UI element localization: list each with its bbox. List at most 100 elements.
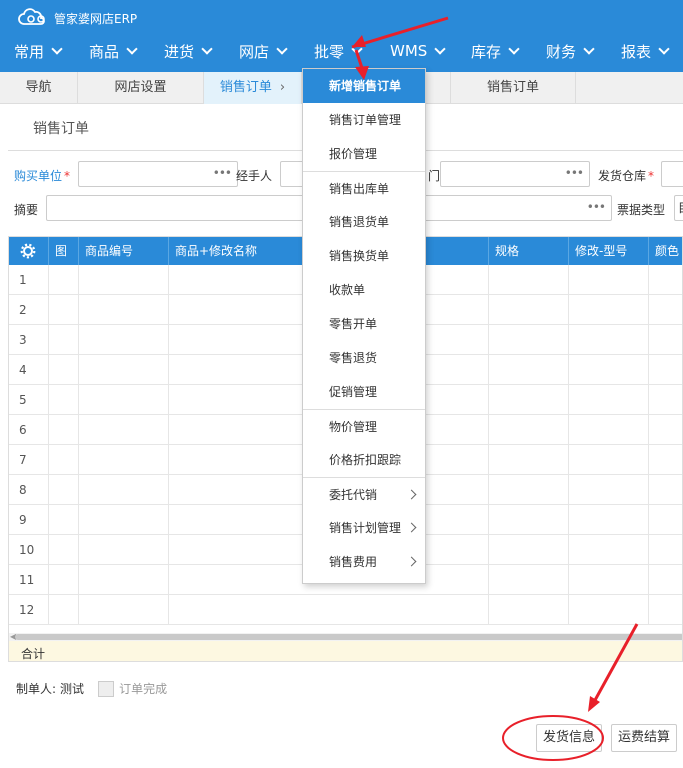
table-cell[interactable]: [569, 595, 649, 625]
table-cell[interactable]: [489, 385, 569, 415]
table-cell[interactable]: [79, 325, 169, 355]
more-dots-icon[interactable]: •••: [565, 166, 584, 180]
table-cell[interactable]: [79, 535, 169, 565]
table-cell[interactable]: [49, 445, 79, 475]
warehouse-input[interactable]: [661, 161, 683, 187]
scrollbar-thumb[interactable]: [15, 634, 682, 640]
table-cell[interactable]: [489, 355, 569, 385]
table-cell[interactable]: [79, 265, 169, 295]
ship-info-button[interactable]: 发货信息: [536, 724, 602, 752]
tab-sales-order-active[interactable]: 销售订单 ›: [204, 72, 302, 104]
table-cell[interactable]: [79, 505, 169, 535]
dropdown-item[interactable]: 报价管理: [303, 137, 425, 171]
table-cell[interactable]: [569, 505, 649, 535]
table-cell[interactable]: [649, 385, 682, 415]
dropdown-item[interactable]: 物价管理: [303, 409, 425, 443]
table-cell[interactable]: [49, 595, 79, 625]
table-cell[interactable]: [569, 475, 649, 505]
table-cell[interactable]: [569, 565, 649, 595]
table-cell[interactable]: [49, 415, 79, 445]
table-cell[interactable]: [649, 445, 682, 475]
table-cell[interactable]: [569, 385, 649, 415]
menu-kucun[interactable]: 库存: [471, 33, 520, 69]
table-cell[interactable]: [489, 445, 569, 475]
more-dots-icon[interactable]: •••: [213, 166, 232, 180]
table-cell[interactable]: [649, 565, 682, 595]
dropdown-item[interactable]: 销售出库单: [303, 171, 425, 205]
tab-sales-order[interactable]: 销售订单: [450, 72, 576, 104]
table-cell[interactable]: [569, 415, 649, 445]
table-cell[interactable]: [79, 295, 169, 325]
table-cell[interactable]: [49, 475, 79, 505]
grid-settings-button[interactable]: [9, 237, 49, 265]
table-cell[interactable]: [569, 445, 649, 475]
col-product-code[interactable]: 商品编号: [79, 237, 169, 265]
dropdown-item[interactable]: 销售换货单: [303, 239, 425, 273]
table-cell[interactable]: [489, 265, 569, 295]
menu-jinhuo[interactable]: 进货: [164, 33, 213, 69]
dropdown-item[interactable]: 新增销售订单: [303, 69, 425, 103]
freight-settle-button[interactable]: 运费结算: [611, 724, 677, 752]
table-cell[interactable]: [489, 475, 569, 505]
dropdown-item[interactable]: 零售退货: [303, 341, 425, 375]
col-color[interactable]: 颜色: [649, 237, 682, 265]
dropdown-item[interactable]: 销售退货单: [303, 205, 425, 239]
table-cell[interactable]: [49, 325, 79, 355]
table-cell[interactable]: [649, 355, 682, 385]
table-cell[interactable]: [649, 595, 682, 625]
dropdown-item[interactable]: 零售开单: [303, 307, 425, 341]
more-dots-icon[interactable]: •••: [587, 200, 606, 214]
dropdown-item[interactable]: 销售订单管理: [303, 103, 425, 137]
table-cell[interactable]: [79, 475, 169, 505]
horizontal-scrollbar[interactable]: ◀: [9, 632, 682, 641]
table-cell[interactable]: [569, 295, 649, 325]
bill-type-select[interactable]: 目: [674, 195, 683, 221]
table-cell[interactable]: [49, 535, 79, 565]
table-cell[interactable]: [49, 565, 79, 595]
table-cell[interactable]: [489, 325, 569, 355]
table-cell[interactable]: [49, 385, 79, 415]
table-cell[interactable]: [649, 325, 682, 355]
table-cell[interactable]: [79, 415, 169, 445]
table-cell[interactable]: [649, 295, 682, 325]
table-cell[interactable]: [79, 445, 169, 475]
dropdown-item[interactable]: 促销管理: [303, 375, 425, 409]
app-logo[interactable]: 管家婆网店ERP: [16, 8, 137, 28]
field-input[interactable]: •••: [440, 161, 590, 187]
dropdown-item[interactable]: 销售费用: [303, 545, 425, 579]
table-row[interactable]: 12: [9, 595, 682, 625]
table-cell[interactable]: [49, 355, 79, 385]
table-cell[interactable]: [79, 385, 169, 415]
dropdown-item[interactable]: 销售计划管理: [303, 511, 425, 545]
dropdown-item[interactable]: 价格折扣跟踪: [303, 443, 425, 477]
table-cell[interactable]: [649, 415, 682, 445]
table-cell[interactable]: [489, 415, 569, 445]
menu-piling[interactable]: 批零: [314, 33, 363, 69]
menu-wms[interactable]: WMS: [390, 33, 446, 69]
dropdown-item[interactable]: 委托代销: [303, 477, 425, 511]
col-spec[interactable]: 规格: [489, 237, 569, 265]
table-cell[interactable]: [49, 505, 79, 535]
tab-navigation[interactable]: 导航: [0, 72, 78, 104]
col-model[interactable]: 修改-型号: [569, 237, 649, 265]
table-cell[interactable]: [79, 595, 169, 625]
table-cell[interactable]: [569, 535, 649, 565]
table-cell[interactable]: [489, 535, 569, 565]
table-cell[interactable]: [79, 355, 169, 385]
col-image[interactable]: 图: [49, 237, 79, 265]
table-cell[interactable]: [649, 535, 682, 565]
table-cell[interactable]: [649, 475, 682, 505]
menu-baobiao[interactable]: 报表: [621, 33, 670, 69]
table-cell[interactable]: [569, 265, 649, 295]
menu-shangpin[interactable]: 商品: [89, 33, 138, 69]
dropdown-item[interactable]: 收款单: [303, 273, 425, 307]
table-cell[interactable]: [489, 565, 569, 595]
table-cell[interactable]: [79, 565, 169, 595]
table-cell[interactable]: [649, 505, 682, 535]
buyer-input[interactable]: •••: [78, 161, 238, 187]
menu-wangdian[interactable]: 网店: [239, 33, 288, 69]
table-cell[interactable]: [49, 265, 79, 295]
table-cell[interactable]: [569, 355, 649, 385]
table-cell[interactable]: [489, 595, 569, 625]
table-cell[interactable]: [569, 325, 649, 355]
